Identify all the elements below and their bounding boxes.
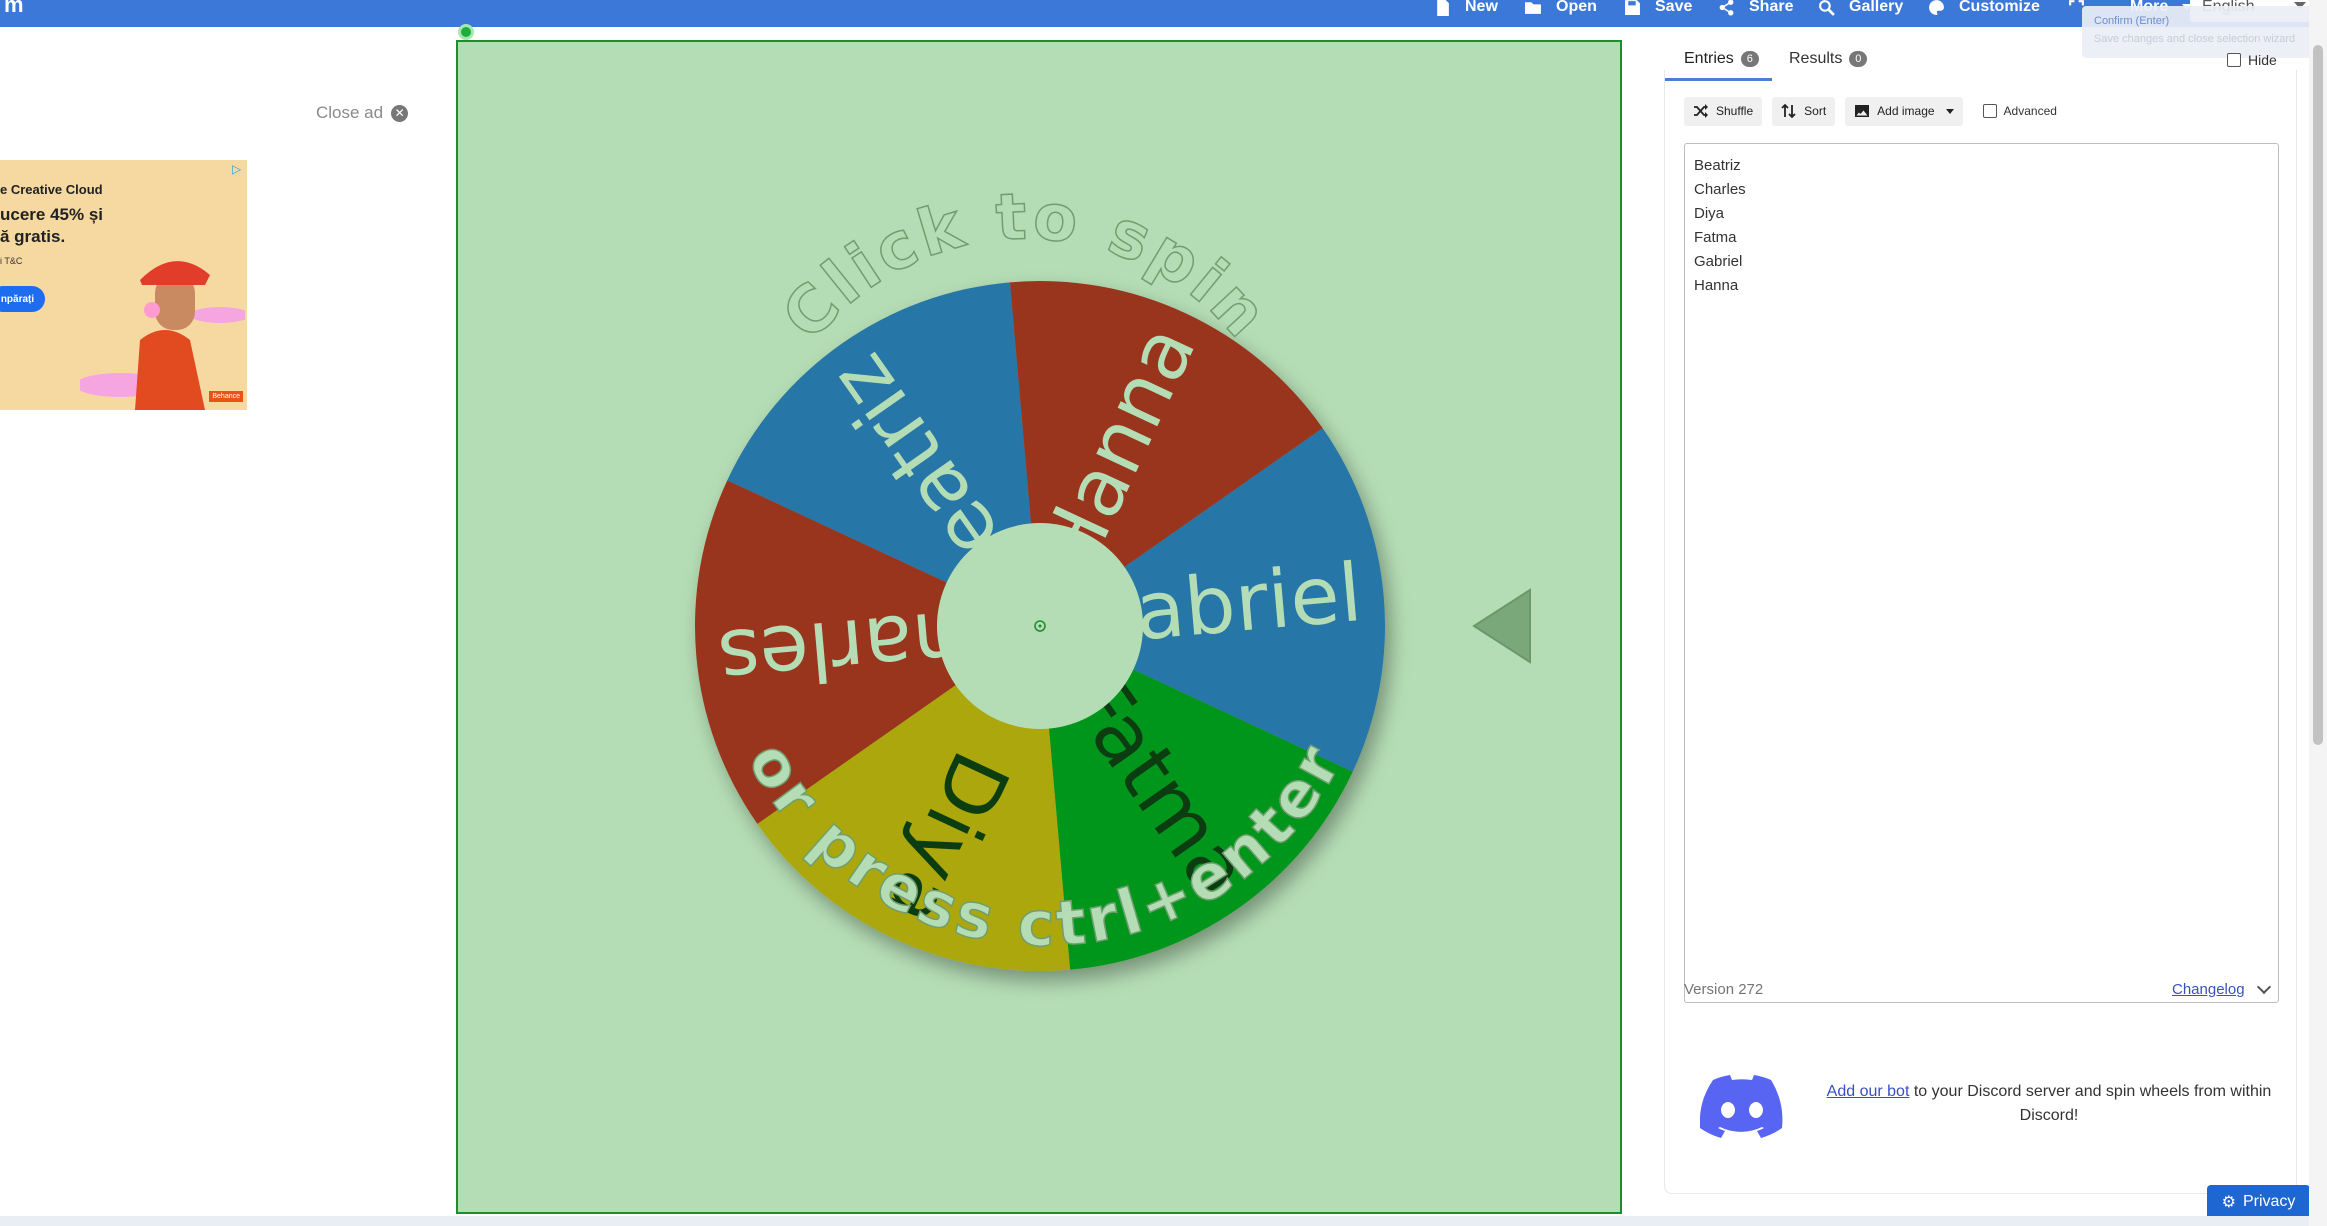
gallery-label: Gallery [1849,0,1904,15]
entry-line[interactable]: Diya [1694,202,2269,226]
gallery-button[interactable]: Gallery [1818,0,1903,20]
save-button[interactable]: Save [1624,0,1692,20]
privacy-label: Privacy [2242,1193,2296,1210]
advanced-checkbox[interactable]: Advanced [1982,104,2057,118]
version-label: Version 272 [1684,981,1764,998]
customize-button[interactable]: Customize [1928,0,2040,20]
changelog-label: Changelog [2172,981,2245,998]
sort-label: Sort [1804,104,1827,118]
active-tab-indicator [1664,78,1772,81]
advanced-checkbox-box[interactable] [1982,104,1997,118]
discord-promo: Add our bot to your Discord server and s… [1814,1080,2284,1128]
share-button[interactable]: Share [1718,0,1793,20]
close-ad-button[interactable]: Close ad ✕ [316,103,409,123]
hide-checkbox-box[interactable] [2227,53,2241,67]
add-image-label: Add image [1877,104,1935,118]
close-icon: ✕ [391,104,409,122]
entries-toolbar: Shuffle Sort Add image Advanced [1684,96,2057,126]
scrollbar-thumb[interactable] [2313,45,2323,745]
sort-icon [1781,103,1796,119]
new-button[interactable]: New [1434,0,1498,20]
tab-entries[interactable]: Entries 6 [1684,50,1759,68]
shuffle-label: Shuffle [1716,104,1754,118]
adchoices-icon[interactable]: ▷ [232,162,245,176]
open-button[interactable]: Open [1525,0,1597,20]
new-file-icon [1437,0,1449,16]
advanced-label: Advanced [2003,104,2057,118]
entry-line[interactable]: Beatriz [1694,154,2269,178]
image-icon [1855,105,1870,117]
chevron-down-icon[interactable] [2256,979,2271,995]
folder-open-icon [1525,1,1541,14]
entries-count-badge: 6 [1740,51,1759,67]
customize-label: Customize [1959,0,2040,15]
panel-tabs: Entries 6 Results 0 Hide [1664,36,2297,81]
discord-promo-text: to your Discord server and spin wheels f… [1909,1083,2272,1124]
close-ad-label: Close ad [316,103,384,122]
share-icon [1719,0,1734,15]
save-label: Save [1655,0,1693,15]
bottom-strip [0,1216,2309,1226]
open-label: Open [1556,0,1597,15]
app-logo[interactable]: m [4,0,24,18]
ad-headline: e Creative Cloud [0,182,103,197]
hide-checkbox[interactable]: Hide [2227,52,2277,68]
spin-wheel[interactable]: GabrielFatmaDiyaCharlesBeatrizHanna Clic… [456,40,1622,1214]
entry-line[interactable]: Charles [1694,178,2269,202]
add-bot-link[interactable]: Add our bot [1827,1083,1910,1100]
discord-icon [1700,1075,1783,1138]
chevron-down-icon [1945,108,1954,114]
ad-buy-button[interactable]: npărați [0,286,45,312]
hide-label: Hide [2248,52,2277,68]
entry-line[interactable]: Hanna [1694,274,2269,298]
privacy-button[interactable]: ⚙ Privacy [2207,1185,2310,1219]
shuffle-icon [1694,104,1708,118]
entry-line[interactable]: Gabriel [1694,250,2269,274]
entries-textarea[interactable]: Beatriz Charles Diya Fatma Gabriel Hanna [1684,143,2279,1003]
ad-terms: i T&C [0,256,23,266]
shuffle-button[interactable]: Shuffle [1684,96,1763,126]
tab-results-label: Results [1789,50,1843,67]
gear-icon: ⚙ [2221,1194,2236,1211]
results-count-badge: 0 [1849,51,1868,67]
ad-badge: Behance [209,391,243,402]
changelog-link[interactable]: Changelog [2172,979,2271,998]
share-label: Share [1749,0,1794,15]
sort-button[interactable]: Sort [1772,96,1836,126]
palette-icon [1929,0,1944,15]
resize-handle[interactable] [458,24,474,40]
new-label: New [1465,0,1498,15]
top-toolbar: m New Open Save Share Gallery Customize … [0,0,2327,27]
entry-line[interactable]: Fatma [1694,226,2269,250]
tab-results[interactable]: Results 0 [1789,50,1868,68]
tab-entries-label: Entries [1684,50,1734,67]
search-icon [1819,0,1835,16]
add-image-button[interactable]: Add image [1845,96,1963,126]
ad-illustration [80,261,245,410]
advertisement[interactable]: ▷ e Creative Cloud ucere 45% și ă gratis… [0,160,247,410]
wheel-pointer-icon [1472,588,1531,664]
tooltip-title: Confirm (Enter) [2094,15,2170,27]
entries-panel: Entries 6 Results 0 Hide Shuffle Sort Ad… [1664,36,2297,1196]
save-icon [1625,0,1640,15]
